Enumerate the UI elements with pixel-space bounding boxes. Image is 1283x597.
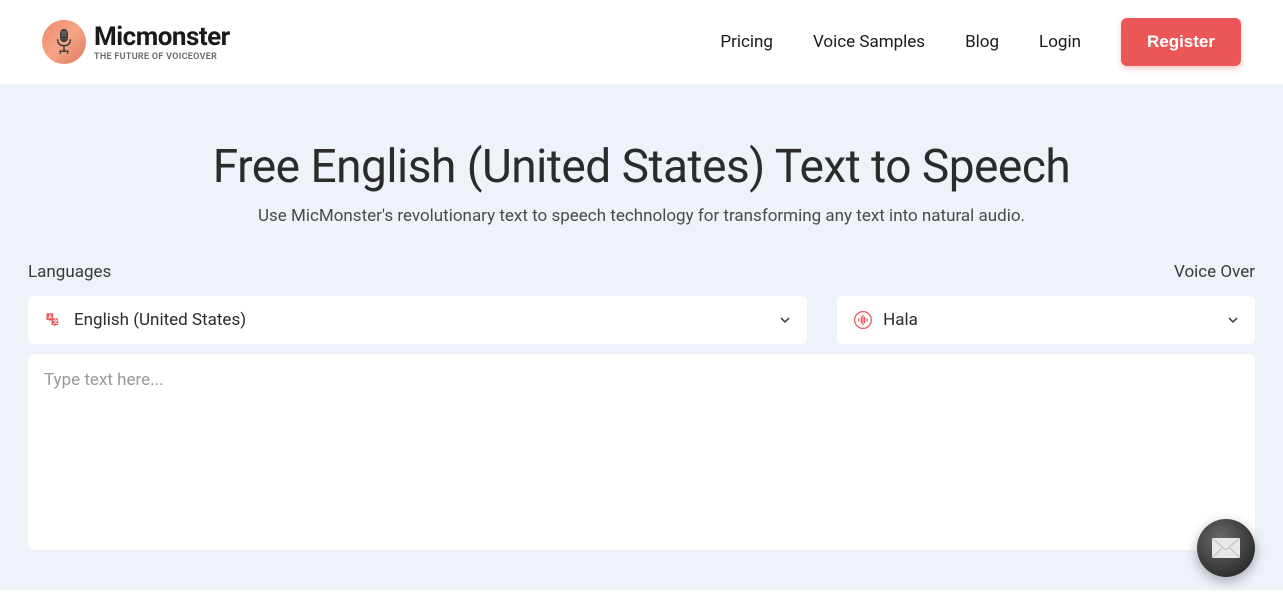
voice-value: Hala — [883, 310, 1217, 330]
chevron-down-icon — [779, 314, 791, 326]
logo-title: Micmonster — [94, 22, 230, 52]
contact-floating-button[interactable] — [1197, 519, 1255, 577]
selectors-row: A 文 English (United States) Hala — [28, 296, 1255, 344]
page-title: Free English (United States) Text to Spe… — [28, 140, 1255, 194]
text-input[interactable] — [44, 370, 1239, 530]
nav-login[interactable]: Login — [1039, 32, 1081, 52]
voice-select[interactable]: Hala — [837, 296, 1255, 344]
chevron-down-icon — [1227, 314, 1239, 326]
languages-label: Languages — [28, 262, 111, 282]
soundwave-icon — [853, 310, 873, 330]
svg-text:文: 文 — [53, 318, 59, 325]
logo-subtitle: THE FUTURE OF VOICEOVER — [94, 52, 230, 62]
labels-row: Languages Voice Over — [28, 262, 1255, 282]
nav-pricing[interactable]: Pricing — [720, 32, 773, 52]
nav: Pricing Voice Samples Blog Login Registe… — [720, 18, 1241, 66]
nav-voice-samples[interactable]: Voice Samples — [813, 32, 925, 52]
nav-blog[interactable]: Blog — [965, 32, 999, 52]
envelope-icon — [1212, 538, 1240, 558]
voice-over-label: Voice Over — [1174, 262, 1255, 282]
page-subtitle: Use MicMonster's revolutionary text to s… — [28, 206, 1255, 226]
logo[interactable]: Micmonster THE FUTURE OF VOICEOVER — [42, 20, 230, 64]
language-select[interactable]: A 文 English (United States) — [28, 296, 807, 344]
svg-text:A: A — [48, 314, 52, 320]
microphone-icon — [53, 27, 75, 57]
language-value: English (United States) — [74, 310, 769, 330]
textarea-container — [28, 354, 1255, 550]
translate-icon: A 文 — [44, 310, 64, 330]
main-content: Free English (United States) Text to Spe… — [0, 84, 1283, 590]
logo-icon — [42, 20, 86, 64]
logo-text: Micmonster THE FUTURE OF VOICEOVER — [94, 22, 230, 62]
header: Micmonster THE FUTURE OF VOICEOVER Prici… — [0, 0, 1283, 84]
register-button[interactable]: Register — [1121, 18, 1241, 66]
